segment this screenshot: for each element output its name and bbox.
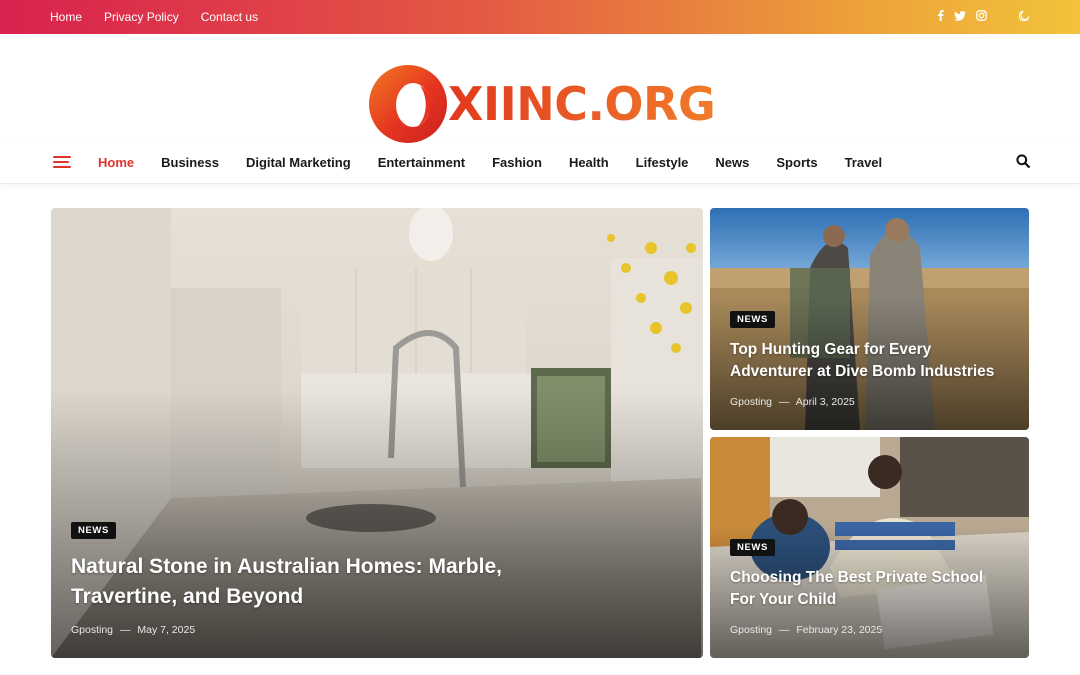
post-date: February 23, 2025 <box>796 624 883 636</box>
category-badge[interactable]: NEWS <box>730 311 775 328</box>
nav-item-sports[interactable]: Sports <box>776 155 817 170</box>
post-title-line-2: For Your Child <box>730 591 837 608</box>
instagram-icon[interactable] <box>976 10 987 24</box>
topbar-icons <box>937 10 1030 24</box>
post-author[interactable]: Gposting <box>730 624 772 636</box>
nav-item-home[interactable]: Home <box>98 155 134 170</box>
post-title-line-2: Travertine, and Beyond <box>71 585 304 608</box>
featured-post-side-2[interactable]: NEWS Choosing The Best Private School Fo… <box>710 437 1029 658</box>
search-icon[interactable] <box>1016 154 1030 168</box>
nav-item-health[interactable]: Health <box>569 155 609 170</box>
image-overlay <box>51 388 703 658</box>
topbar-link-privacy-policy[interactable]: Privacy Policy <box>104 10 179 24</box>
post-meta: Gposting — May 7, 2025 <box>71 624 195 636</box>
post-title-line-2: Adventurer at Dive Bomb Industries <box>730 363 995 380</box>
post-meta: Gposting — April 3, 2025 <box>730 396 855 408</box>
post-date: April 3, 2025 <box>795 396 855 408</box>
post-title-line-1: Choosing The Best Private School <box>730 569 984 586</box>
meta-separator: — <box>778 624 790 636</box>
post-meta: Gposting — February 23, 2025 <box>730 624 882 636</box>
nav-item-digital-marketing[interactable]: Digital Marketing <box>246 155 351 170</box>
top-bar: Home Privacy Policy Contact us <box>0 0 1080 34</box>
nav-item-fashion[interactable]: Fashion <box>492 155 542 170</box>
post-title[interactable]: Top Hunting Gear for Every Adventurer at… <box>730 339 1020 383</box>
site-logo[interactable]: XIINC.ORG <box>368 62 718 146</box>
hamburger-menu-icon[interactable] <box>53 156 71 168</box>
post-date: May 7, 2025 <box>137 624 196 636</box>
main-nav: Home Business Digital Marketing Entertai… <box>0 140 1080 184</box>
post-title[interactable]: Choosing The Best Private School For You… <box>730 567 1020 611</box>
nav-item-news[interactable]: News <box>715 155 749 170</box>
post-author[interactable]: Gposting <box>730 396 772 408</box>
post-title-line-1: Top Hunting Gear for Every <box>730 341 932 358</box>
featured-post-main[interactable]: NEWS Natural Stone in Australian Homes: … <box>51 208 703 658</box>
moon-icon[interactable] <box>1018 10 1030 24</box>
category-badge[interactable]: NEWS <box>730 539 775 556</box>
topbar-link-contact-us[interactable]: Contact us <box>201 10 258 24</box>
post-author[interactable]: Gposting <box>71 624 113 636</box>
post-title[interactable]: Natural Stone in Australian Homes: Marbl… <box>71 552 671 612</box>
meta-separator: — <box>778 396 790 408</box>
featured-post-side-1[interactable]: NEWS Top Hunting Gear for Every Adventur… <box>710 208 1029 430</box>
logo-ring-icon <box>368 62 452 146</box>
nav-item-lifestyle[interactable]: Lifestyle <box>636 155 689 170</box>
logo-text: XIINC.ORG <box>448 77 716 131</box>
meta-separator: — <box>119 624 131 636</box>
nav-item-entertainment[interactable]: Entertainment <box>378 155 465 170</box>
post-title-line-1: Natural Stone in Australian Homes: Marbl… <box>71 555 502 578</box>
facebook-icon[interactable] <box>937 10 944 24</box>
nav-menu: Home Business Digital Marketing Entertai… <box>98 140 909 184</box>
topbar-link-home[interactable]: Home <box>50 10 82 24</box>
nav-item-travel[interactable]: Travel <box>845 155 883 170</box>
twitter-icon[interactable] <box>954 10 966 24</box>
category-badge[interactable]: NEWS <box>71 522 116 539</box>
nav-item-business[interactable]: Business <box>161 155 219 170</box>
